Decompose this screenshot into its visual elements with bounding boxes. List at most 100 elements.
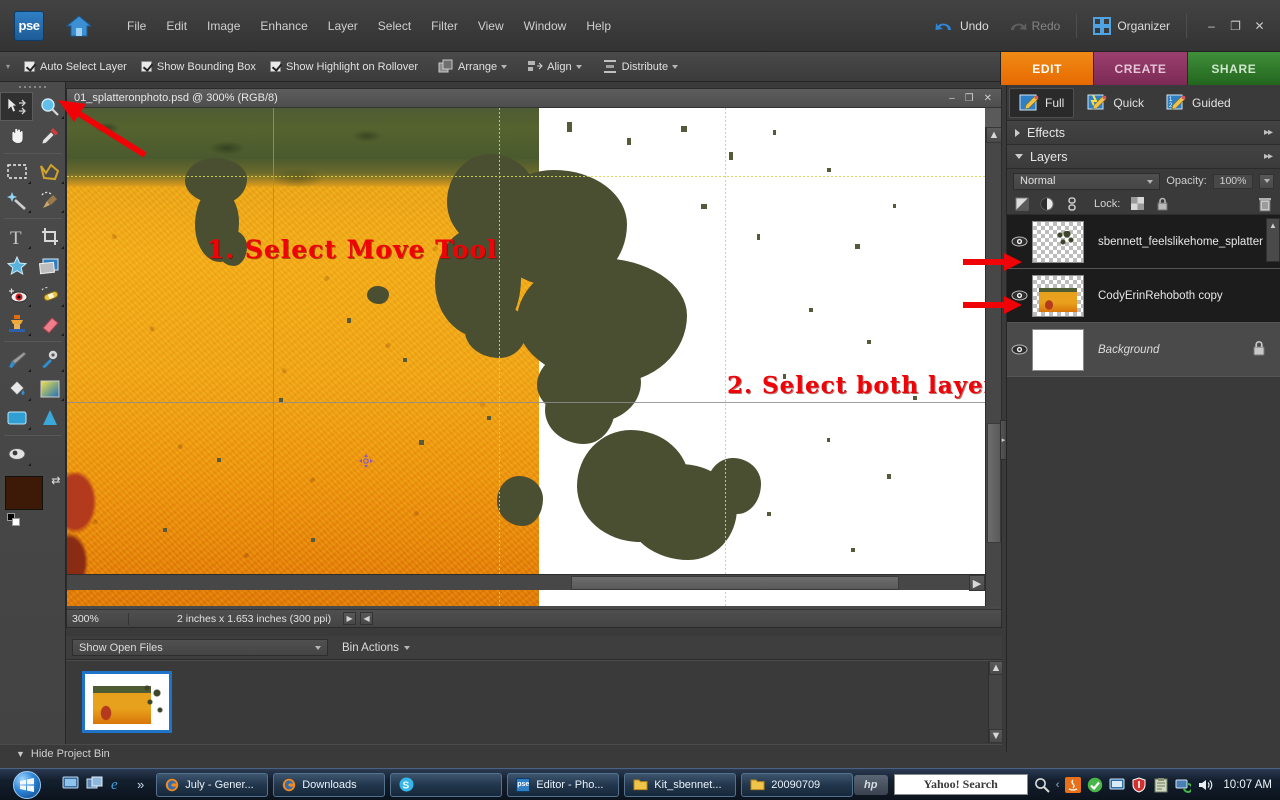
switch-window-icon[interactable] (86, 776, 103, 793)
menu-help[interactable]: Help (577, 15, 620, 37)
options-bar-handle-icon[interactable]: ▾ (6, 62, 10, 71)
taskbar-item-kit-sbennett[interactable]: Kit_sbennet... (624, 772, 737, 797)
move-tool[interactable] (0, 92, 33, 121)
straighten-tool[interactable] (33, 251, 66, 280)
search-icon[interactable] (1034, 777, 1050, 793)
default-colors-icon[interactable] (6, 513, 20, 526)
network-icon[interactable] (1109, 777, 1125, 793)
paint-bucket-tool[interactable] (0, 374, 33, 403)
crop-tool[interactable] (33, 222, 66, 251)
hide-project-bin-button[interactable]: ▼ Hide Project Bin (0, 744, 1002, 762)
document-close-button[interactable]: ✕ (984, 93, 992, 104)
start-button[interactable] (2, 770, 52, 800)
layer-thumbnail[interactable] (1032, 328, 1084, 371)
edit-mode-guided[interactable]: 1 2 Guided (1157, 89, 1240, 117)
lock-transparency-icon[interactable] (1131, 196, 1145, 211)
horizontal-scroll-thumb[interactable] (571, 576, 899, 590)
organizer-button[interactable]: Organizer (1087, 14, 1176, 38)
show-bounding-box-checkbox[interactable]: Show Bounding Box (140, 61, 256, 73)
blur-tool[interactable] (33, 403, 66, 432)
layer-row-splatter[interactable]: sbennett_feelslikehome_splatter (1007, 215, 1280, 269)
tab-edit[interactable]: EDIT (1001, 52, 1095, 85)
menu-layer[interactable]: Layer (319, 15, 367, 37)
opacity-input[interactable]: 100% (1212, 173, 1254, 189)
foreground-color-swatch[interactable] (4, 476, 43, 510)
taskbar-item-editor[interactable]: pse Editor - Pho... (507, 772, 620, 797)
layer-name[interactable]: CodyErinRehoboth copy (1098, 290, 1223, 302)
close-button[interactable]: ✕ (1253, 19, 1266, 33)
canvas-area[interactable]: 1. Select Move Tool 2. Select both layer… (67, 108, 1001, 606)
lock-all-icon[interactable] (1156, 197, 1170, 211)
layer-visibility-toggle[interactable] (1007, 344, 1031, 355)
show-desktop-icon[interactable] (62, 776, 79, 793)
restore-button[interactable]: ❐ (1229, 19, 1242, 33)
cookie-cutter-tool[interactable] (0, 251, 33, 280)
status-play-button[interactable]: ▶ (343, 612, 357, 625)
panel-menu-icon[interactable]: ▸▸ (1264, 127, 1273, 138)
layer-name[interactable]: Background (1098, 344, 1159, 356)
layer-visibility-toggle[interactable] (1007, 236, 1031, 247)
canvas-vertical-scrollbar[interactable]: ▲ ▼ (985, 127, 1001, 606)
layers-section-header[interactable]: Layers ▸▸ (1007, 145, 1280, 169)
quick-launch-more-button[interactable]: » (137, 777, 144, 792)
eraser-tool[interactable] (33, 309, 66, 338)
undo-button[interactable]: Undo (929, 15, 995, 37)
eyedropper-tool[interactable] (33, 121, 66, 150)
healing-brush-tool[interactable] (33, 280, 66, 309)
sponge-tool[interactable] (0, 439, 33, 468)
document-title-bar[interactable]: 01_splatteronphoto.psd @ 300% (RGB/8) – … (67, 89, 1001, 108)
bin-scroll-down-button[interactable]: ▼ (989, 729, 1003, 743)
volume-icon[interactable] (1197, 777, 1213, 793)
tray-expand-button[interactable]: ‹ (1056, 779, 1060, 791)
bin-filter-select[interactable]: Show Open Files (72, 639, 328, 656)
taskbar-clock[interactable]: 10:07 AM (1223, 779, 1272, 791)
menu-view[interactable]: View (469, 15, 513, 37)
auto-select-layer-checkbox[interactable]: Auto Select Layer (24, 61, 127, 73)
layer-thumbnail[interactable] (1032, 274, 1084, 317)
zoom-level-field[interactable]: 300% (67, 612, 129, 625)
clone-stamp-tool[interactable] (0, 309, 33, 338)
java-icon[interactable] (1065, 776, 1082, 793)
rectangular-marquee-tool[interactable] (0, 157, 33, 186)
taskbar-item-skype[interactable]: S (390, 772, 503, 797)
zoom-tool[interactable] (33, 92, 66, 121)
antivirus-check-icon[interactable] (1087, 777, 1103, 793)
hand-tool[interactable] (0, 121, 33, 150)
menu-image[interactable]: Image (198, 15, 249, 37)
toolbox-grip[interactable] (0, 82, 65, 92)
minimize-button[interactable]: – (1205, 19, 1218, 33)
tab-create[interactable]: CREATE (1094, 52, 1188, 85)
arrange-button[interactable]: Arrange (438, 59, 508, 74)
menu-select[interactable]: Select (369, 15, 420, 37)
layers-panel-scrollbar[interactable]: ▲ (1266, 218, 1280, 262)
taskbar-item-july[interactable]: July - Gener... (156, 772, 269, 797)
taskbar-item-20090709[interactable]: 20090709 (741, 772, 854, 797)
shape-tool[interactable] (0, 403, 33, 432)
edit-mode-full[interactable]: Full (1009, 87, 1075, 118)
clipboard-icon[interactable] (1153, 777, 1169, 793)
document-restore-button[interactable]: ❐ (965, 93, 974, 104)
bin-scrollbar[interactable]: ▲ ▼ (988, 661, 1003, 743)
link-layers-icon[interactable] (1065, 196, 1079, 211)
internet-explorer-icon[interactable]: e (110, 776, 127, 793)
yahoo-search-input[interactable]: Yahoo! Search (893, 774, 1028, 795)
magic-wand-tool[interactable] (0, 186, 33, 215)
red-eye-removal-tool[interactable] (0, 280, 33, 309)
taskbar-item-downloads[interactable]: Downloads (273, 772, 386, 797)
menu-edit[interactable]: Edit (157, 15, 196, 37)
sync-icon[interactable] (1175, 777, 1194, 793)
brush-tool[interactable] (0, 345, 33, 374)
menu-filter[interactable]: Filter (422, 15, 467, 37)
menu-enhance[interactable]: Enhance (251, 15, 316, 37)
show-highlight-on-rollover-checkbox[interactable]: Show Highlight on Rollover (269, 61, 418, 73)
vertical-scroll-thumb[interactable] (987, 423, 1001, 543)
align-button[interactable]: Align (527, 59, 582, 74)
gradient-tool[interactable] (33, 374, 66, 403)
scroll-right-button[interactable]: ▶ (969, 575, 985, 591)
selection-brush-tool[interactable] (33, 186, 66, 215)
tab-share[interactable]: SHARE (1187, 52, 1280, 85)
menu-window[interactable]: Window (515, 15, 576, 37)
effects-section-header[interactable]: Effects ▸▸ (1007, 121, 1280, 145)
home-icon[interactable] (62, 9, 96, 43)
adjustment-layer-icon[interactable] (1040, 197, 1054, 211)
